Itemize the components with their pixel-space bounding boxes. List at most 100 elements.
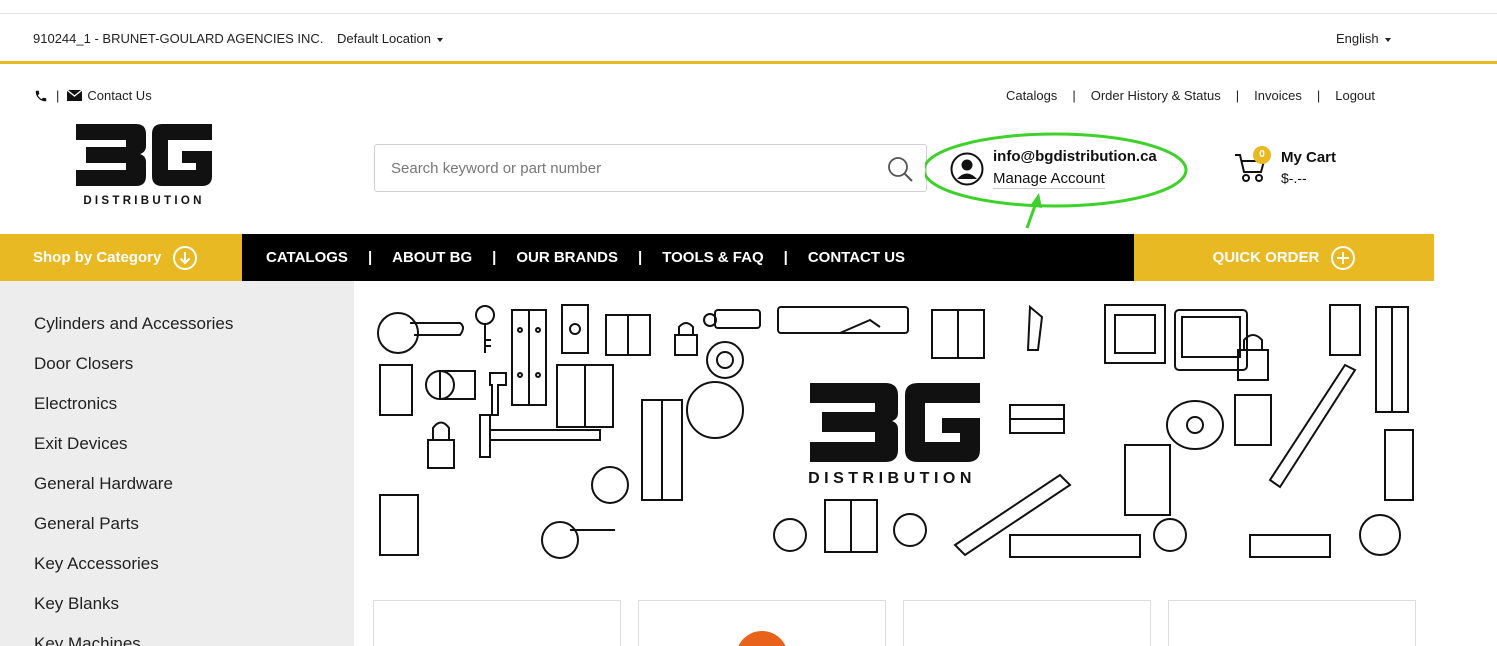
cart-widget[interactable]: 0 My Cart $-.-- [1234, 146, 1354, 190]
order-history-link[interactable]: Order History & Status [1091, 88, 1221, 103]
brand-card[interactable] [1168, 600, 1416, 646]
hinge-icon [1375, 306, 1409, 413]
mail-icon [67, 90, 83, 101]
nav-about-bg[interactable]: ABOUT BG [392, 249, 472, 266]
knob-icon [773, 518, 807, 552]
exit-bar-icon [1268, 363, 1357, 489]
chevron-down-icon [436, 37, 443, 42]
deadbolt-icon [706, 341, 744, 379]
padlock-icon [674, 322, 698, 356]
lock-plate-icon [1329, 304, 1361, 356]
cylinder-icon [425, 370, 476, 400]
separator: | [1072, 88, 1076, 103]
hinge-icon [824, 499, 878, 553]
nav-contact-us[interactable]: CONTACT US [808, 249, 905, 266]
user-avatar-icon [950, 152, 984, 186]
top-bar: 910244_1 - BRUNET-GOULARD AGENCIES INC. … [0, 15, 1497, 64]
language-dropdown[interactable]: English [1336, 31, 1391, 46]
strike-icon [1384, 429, 1414, 501]
key-icon [1026, 304, 1044, 351]
lock-body-icon [379, 494, 419, 556]
separator: | [492, 249, 497, 266]
separator: | [56, 88, 60, 103]
manage-account-link[interactable]: Manage Account [993, 170, 1105, 189]
cylinder-icon [1009, 404, 1065, 434]
lock-plate-icon [561, 304, 589, 354]
keypad-icon [1234, 394, 1272, 446]
magnetic-lock-icon [1009, 534, 1141, 558]
cart-total: $-.-- [1281, 170, 1307, 186]
quick-order-button[interactable]: QUICK ORDER [1134, 234, 1434, 281]
keypad-icon [379, 364, 413, 416]
nav-our-brands[interactable]: OUR BRANDS [516, 249, 618, 266]
hero-logo-wordmark: DISTRIBUTION [808, 470, 976, 487]
category-item[interactable]: Key Machines [0, 634, 354, 646]
location-label: Default Location [337, 31, 431, 46]
search-input[interactable] [375, 145, 865, 191]
category-item[interactable]: General Hardware [0, 474, 354, 514]
hero-logo [810, 383, 980, 462]
bg-plate-icon [1249, 534, 1331, 558]
cart-label: My Cart [1281, 149, 1337, 166]
bg-logo[interactable]: DISTRIBUTION [74, 124, 214, 208]
contact-bar: | Contact Us [34, 88, 152, 103]
contact-us-link[interactable]: Contact Us [87, 88, 151, 103]
separator: | [638, 249, 643, 266]
door-pull-icon [1124, 444, 1171, 516]
search-icon[interactable] [886, 155, 914, 183]
lever-icon [541, 521, 615, 559]
cart-count-badge: 0 [1253, 146, 1271, 164]
quick-order-label: QUICK ORDER [1212, 249, 1320, 266]
hinge-icon [605, 314, 651, 356]
hinge-icon [511, 309, 547, 406]
utility-nav: Catalogs | Order History & Status | Invo… [1006, 88, 1375, 103]
tag-icon [703, 309, 761, 329]
hinge-icon [931, 309, 985, 359]
category-item[interactable]: Key Accessories [0, 554, 354, 594]
account-widget[interactable]: info@bgdistribution.ca Manage Account [950, 148, 1180, 192]
nav-tools-faq[interactable]: TOOLS & FAQ [662, 249, 763, 266]
category-item[interactable]: Key Blanks [0, 594, 354, 634]
keypad-icon [1104, 304, 1166, 364]
wheelchair-button-icon [686, 381, 744, 439]
invoices-link[interactable]: Invoices [1254, 88, 1302, 103]
browser-strip [0, 0, 1497, 14]
location-dropdown[interactable]: Default Location [337, 31, 443, 46]
category-item[interactable]: Cylinders and Accessories [0, 314, 354, 354]
separator: | [1235, 88, 1240, 103]
language-label: English [1336, 31, 1379, 46]
brand-logo-icon [736, 631, 788, 646]
brand-card[interactable] [903, 600, 1151, 646]
lever-icon [1359, 514, 1401, 556]
plus-circle-icon [1331, 245, 1356, 270]
door-closer-icon [777, 306, 909, 334]
brand-card[interactable] [373, 600, 621, 646]
padlock-icon [1237, 334, 1269, 381]
logo-wordmark: DISTRIBUTION [83, 195, 204, 207]
category-item[interactable]: Electronics [0, 394, 354, 434]
cylinder-icon [893, 513, 927, 547]
logout-link[interactable]: Logout [1335, 88, 1375, 103]
brand-card[interactable] [638, 600, 886, 646]
nav-catalogs[interactable]: CATALOGS [266, 249, 348, 266]
hinge-icon [641, 399, 683, 501]
chevron-down-icon [1384, 37, 1391, 42]
account-number: 910244_1 - BRUNET-GOULARD AGENCIES INC. [33, 31, 324, 46]
deadbolt-icon [591, 466, 629, 504]
separator: | [783, 249, 788, 266]
account-email: info@bgdistribution.ca [993, 148, 1157, 165]
shop-by-category-button[interactable]: Shop by Category [0, 234, 242, 281]
category-sidebar: Cylinders and Accessories Door Closers E… [0, 281, 354, 646]
catalogs-link[interactable]: Catalogs [1006, 88, 1057, 103]
case-icon [1174, 309, 1248, 371]
shop-by-category-label: Shop by Category [33, 249, 162, 266]
arrow-down-circle-icon [173, 245, 198, 270]
camera-icon [1166, 400, 1224, 450]
category-item[interactable]: Door Closers [0, 354, 354, 394]
category-item[interactable]: Exit Devices [0, 434, 354, 474]
kick-plate-icon [953, 473, 1072, 557]
category-item[interactable]: General Parts [0, 514, 354, 554]
hero-banner: DISTRIBUTION [377, 304, 1414, 559]
exit-device-icon [479, 414, 601, 458]
phone-icon[interactable] [34, 89, 48, 103]
